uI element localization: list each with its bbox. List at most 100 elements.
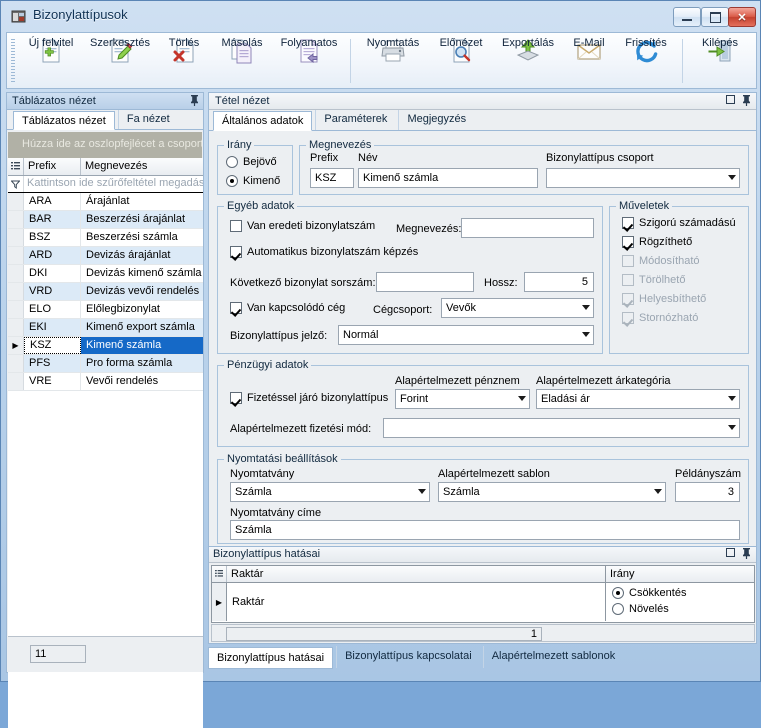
- checkbox-automatikus-bizonylatszam[interactable]: Automatikus bizonylatszám képzés: [230, 246, 418, 258]
- arkategoria-combo[interactable]: Eladási ár: [536, 389, 740, 409]
- cell-megnevezes[interactable]: Előlegbizonylat: [81, 301, 203, 318]
- table-row[interactable]: VRE Vevői rendelés: [8, 373, 203, 391]
- table-row[interactable]: ▶ KSZ Kimenő számla: [8, 337, 203, 355]
- sablon-combo[interactable]: Számla: [438, 482, 666, 502]
- cell-prefix[interactable]: BSZ: [24, 229, 81, 246]
- cell-prefix[interactable]: DKI: [24, 265, 81, 282]
- table-row[interactable]: BAR Beszerzési árajánlat: [8, 211, 203, 229]
- checkbox-van-eredeti-bizonylatszam[interactable]: Van eredeti bizonylatszám: [230, 220, 375, 232]
- checkbox-muvelet-0[interactable]: Szigorú számadású: [622, 217, 736, 229]
- cegcsoport-combo[interactable]: Vevők: [441, 298, 594, 318]
- tab-parameterek[interactable]: Paraméterek: [315, 110, 395, 130]
- cell-prefix[interactable]: VRD: [24, 283, 81, 300]
- cell-megnevezes[interactable]: Árajánlat: [81, 193, 203, 210]
- toolbar-grip[interactable]: [11, 39, 15, 84]
- table-row[interactable]: ELO Előlegbizonylat: [8, 301, 203, 319]
- prefix-input[interactable]: KSZ: [310, 168, 354, 188]
- radio-noveles[interactable]: Növelés: [612, 603, 669, 615]
- toolbar-button-preview[interactable]: Előnézet: [429, 36, 493, 87]
- tab-bizonylattipus-hatasai[interactable]: Bizonylattípus hatásai: [208, 647, 334, 669]
- pin-icon[interactable]: [742, 548, 751, 562]
- toolbar-button-new[interactable]: Új felvitel: [19, 36, 83, 87]
- filter-funnel-icon[interactable]: [8, 176, 24, 192]
- tab-bizonylattipus-kapcsolatai[interactable]: Bizonylattípus kapcsolatai: [336, 646, 480, 668]
- cell-megnevezes[interactable]: Devizás árajánlat: [81, 247, 203, 264]
- kovetkezo-sorszam-input[interactable]: [376, 272, 474, 292]
- nev-input[interactable]: Kimenő számla: [358, 168, 538, 188]
- tab-fa-nezet[interactable]: Fa nézet: [117, 110, 178, 129]
- restore-icon[interactable]: [726, 548, 735, 562]
- cell-megnevezes[interactable]: Kimenő számla: [81, 337, 203, 354]
- minimize-button[interactable]: [673, 7, 701, 27]
- cell-megnevezes[interactable]: Kimenő export számla: [81, 319, 203, 336]
- toolbar-button-delete[interactable]: Törlés: [157, 36, 211, 87]
- cell-prefix[interactable]: ARD: [24, 247, 81, 264]
- effects-column-irany[interactable]: Irány: [606, 566, 754, 582]
- penznem-combo[interactable]: Forint: [395, 389, 530, 409]
- cell-prefix[interactable]: BAR: [24, 211, 81, 228]
- table-row[interactable]: ARA Árajánlat: [8, 193, 203, 211]
- maximize-button[interactable]: [701, 7, 729, 27]
- megnevezes-field-input[interactable]: [461, 218, 594, 238]
- table-row[interactable]: EKI Kimenő export számla: [8, 319, 203, 337]
- column-chooser-icon[interactable]: [212, 566, 227, 582]
- tab-alapertelmezett-sablonok[interactable]: Alapértelmezett sablonok: [482, 646, 624, 668]
- group-by-drop-area[interactable]: Húzza ide az oszlopfejlécet a csoportc: [8, 132, 202, 158]
- bizonylattipus-jelzo-combo[interactable]: Normál: [338, 325, 594, 345]
- toolbar-button-print[interactable]: Nyomtatás: [357, 36, 429, 87]
- nyomtatvany-combo[interactable]: Számla: [230, 482, 430, 502]
- cell-prefix[interactable]: EKI: [24, 319, 81, 336]
- tab-megjegyzes[interactable]: Megjegyzés: [398, 110, 474, 130]
- grid-column-megnevezes[interactable]: Megnevezés: [81, 158, 203, 175]
- cell-megnevezes[interactable]: Beszerzési árajánlat: [81, 211, 203, 228]
- tab-altalanos-adatok[interactable]: Általános adatok: [213, 111, 313, 131]
- toolbar-button-exit[interactable]: Kilépés: [689, 36, 751, 87]
- tab-tablazatos-nezet[interactable]: Táblázatos nézet: [13, 111, 115, 130]
- effects-cell-raktar[interactable]: Raktár: [227, 583, 606, 621]
- cell-megnevezes[interactable]: Devizás kimenő számla: [81, 265, 203, 282]
- bizonylattipus-csoport-combo[interactable]: [546, 168, 740, 188]
- checkbox-fizetessel-jaro[interactable]: Fizetéssel járó bizonylattípus: [230, 392, 388, 404]
- fizetesi-mod-combo[interactable]: [383, 418, 740, 438]
- effects-grid[interactable]: Raktár Irány ▶ Raktár Csökkentés Növelés: [211, 565, 755, 623]
- toolbar-button-continuous[interactable]: Folyamatos: [273, 36, 345, 87]
- radio-kimeno[interactable]: Kimenő: [226, 175, 280, 187]
- cell-megnevezes[interactable]: Beszerzési számla: [81, 229, 203, 246]
- cell-megnevezes[interactable]: Devizás vevői rendelés: [81, 283, 203, 300]
- cell-prefix[interactable]: ELO: [24, 301, 81, 318]
- toolbar-button-copy[interactable]: Másolás: [211, 36, 273, 87]
- cell-prefix[interactable]: PFS: [24, 355, 81, 372]
- cell-prefix[interactable]: VRE: [24, 373, 81, 390]
- cell-megnevezes[interactable]: Vevői rendelés: [81, 373, 203, 390]
- table-row[interactable]: DKI Devizás kimenő számla: [8, 265, 203, 283]
- effects-cell-irany[interactable]: Csökkentés Növelés: [606, 583, 754, 621]
- pin-icon[interactable]: [742, 95, 751, 109]
- cell-prefix[interactable]: ARA: [24, 193, 81, 210]
- peldanyszam-input[interactable]: 3: [675, 482, 740, 502]
- table-row[interactable]: BSZ Beszerzési számla: [8, 229, 203, 247]
- checkbox-van-kapcsolodo-ceg[interactable]: Van kapcsolódó cég: [230, 302, 345, 314]
- radio-csokkentes[interactable]: Csökkentés: [612, 587, 686, 599]
- grid-column-prefix[interactable]: Prefix: [24, 158, 81, 175]
- grid-filter-row[interactable]: Kattintson ide szűrőfeltétel megadásá: [8, 176, 203, 193]
- pin-icon[interactable]: [190, 95, 199, 109]
- radio-bejovo[interactable]: Bejövő: [226, 156, 277, 168]
- toolbar-button-export[interactable]: Exportálás: [493, 36, 563, 87]
- table-row[interactable]: VRD Devizás vevői rendelés: [8, 283, 203, 301]
- checkbox-muvelet-1[interactable]: Rögzíthető: [622, 236, 692, 248]
- restore-icon[interactable]: [726, 95, 735, 109]
- toolbar-button-edit[interactable]: Szerkesztés: [83, 36, 157, 87]
- close-button[interactable]: ✕: [728, 7, 756, 27]
- toolbar-button-refresh[interactable]: Frissítés: [615, 36, 677, 87]
- table-row[interactable]: ▶ Raktár Csökkentés Növelés: [212, 583, 754, 621]
- hossz-input[interactable]: 5: [524, 272, 594, 292]
- cell-prefix[interactable]: KSZ: [24, 337, 81, 354]
- nyomtatvany-cime-input[interactable]: Számla: [230, 520, 740, 540]
- table-row[interactable]: ARD Devizás árajánlat: [8, 247, 203, 265]
- cell-megnevezes[interactable]: Pro forma számla: [81, 355, 203, 372]
- effects-column-raktar[interactable]: Raktár: [227, 566, 606, 582]
- toolbar-button-email[interactable]: E-Mail: [563, 36, 615, 87]
- grid-filter-hint[interactable]: Kattintson ide szűrőfeltétel megadásá: [24, 176, 203, 192]
- table-row[interactable]: PFS Pro forma számla: [8, 355, 203, 373]
- column-chooser-icon[interactable]: [8, 158, 24, 175]
